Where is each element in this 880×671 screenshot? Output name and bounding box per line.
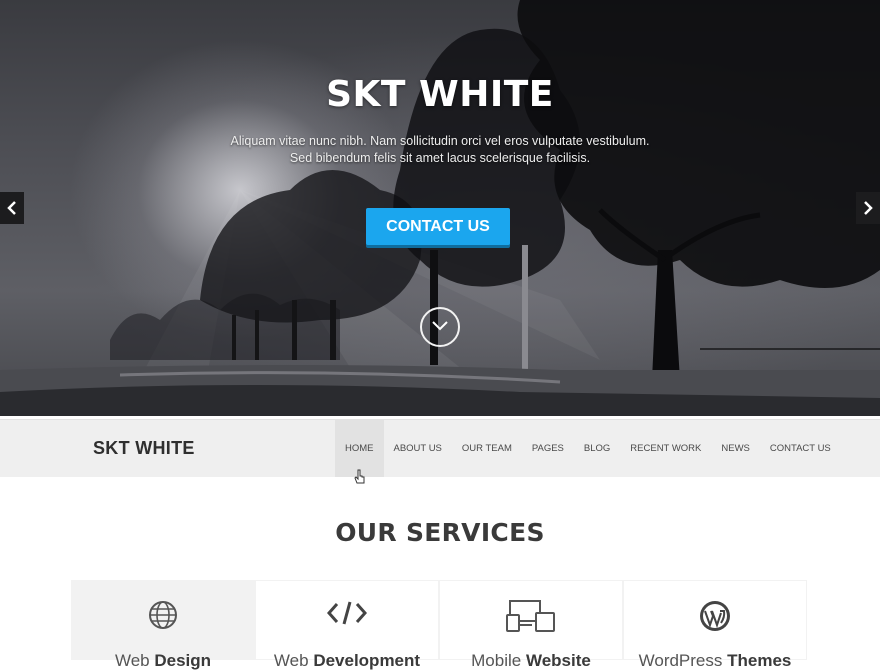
hero-slider: SKT WHITE Aliquam vitae nunc nibh. Nam s… [0, 0, 880, 416]
service-title-light: Web [114, 651, 150, 670]
hero-subtitle-line-2: Sed bibendum felis sit amet lacus sceler… [289, 151, 591, 165]
hero-title: SKT WHITE [326, 74, 554, 115]
globe-icon [149, 601, 177, 629]
hero-subtitle-line-1: Aliquam vitae nunc nibh. Nam sollicitudi… [230, 134, 650, 148]
service-title-bold: Development [313, 651, 421, 670]
service-title: Web Development [256, 651, 438, 671]
service-title-bold: Design [154, 651, 212, 670]
nav-item-blog[interactable]: BLOG [574, 420, 620, 477]
slider-prev-button[interactable] [0, 192, 24, 224]
service-card-web-development[interactable]: Web Development [255, 580, 439, 670]
code-icon [327, 601, 367, 625]
service-title-light: Web [273, 651, 309, 670]
services-cards: Web Design Web Development Mobile Websit… [71, 580, 808, 670]
service-title-bold: Website [525, 651, 591, 670]
nav-item-recent-work[interactable]: RECENT WORK [620, 420, 711, 477]
main-navbar: SKT WHITE HOME ABOUT US OUR TEAM PAGES B… [0, 419, 880, 477]
service-title-light: WordPress [638, 651, 723, 670]
devices-icon [506, 600, 555, 632]
service-title: Web Design [72, 651, 254, 671]
services-heading: OUR SERVICES [335, 518, 545, 547]
service-title: WordPress Themes [624, 651, 806, 671]
hero-subtitle: Aliquam vitae nunc nibh. Nam sollicitudi… [0, 133, 880, 167]
service-card-web-design[interactable]: Web Design [71, 580, 255, 670]
contact-us-button[interactable]: CONTACT US [366, 208, 510, 245]
hand-cursor-icon [354, 469, 365, 484]
slider-next-button[interactable] [856, 192, 880, 224]
service-card-mobile-website[interactable]: Mobile Website [439, 580, 623, 670]
nav-item-about-us[interactable]: ABOUT US [384, 420, 452, 477]
scroll-down-button[interactable] [420, 307, 460, 347]
nav-item-our-team[interactable]: OUR TEAM [452, 420, 522, 477]
service-title-bold: Themes [727, 651, 792, 670]
site-brand[interactable]: SKT WHITE [93, 438, 195, 459]
service-card-wordpress-themes[interactable]: WordPress Themes [623, 580, 807, 670]
nav-item-news[interactable]: NEWS [711, 420, 760, 477]
service-title: Mobile Website [440, 651, 622, 671]
chevron-right-icon [864, 201, 873, 215]
chevron-left-icon [7, 201, 16, 215]
chevron-down-icon [432, 321, 448, 331]
nav-item-pages[interactable]: PAGES [522, 420, 574, 477]
wordpress-icon [700, 601, 730, 631]
service-title-light: Mobile [471, 651, 522, 670]
main-menu: HOME ABOUT US OUR TEAM PAGES BLOG RECENT… [335, 420, 841, 477]
nav-item-contact-us[interactable]: CONTACT US [760, 420, 841, 477]
